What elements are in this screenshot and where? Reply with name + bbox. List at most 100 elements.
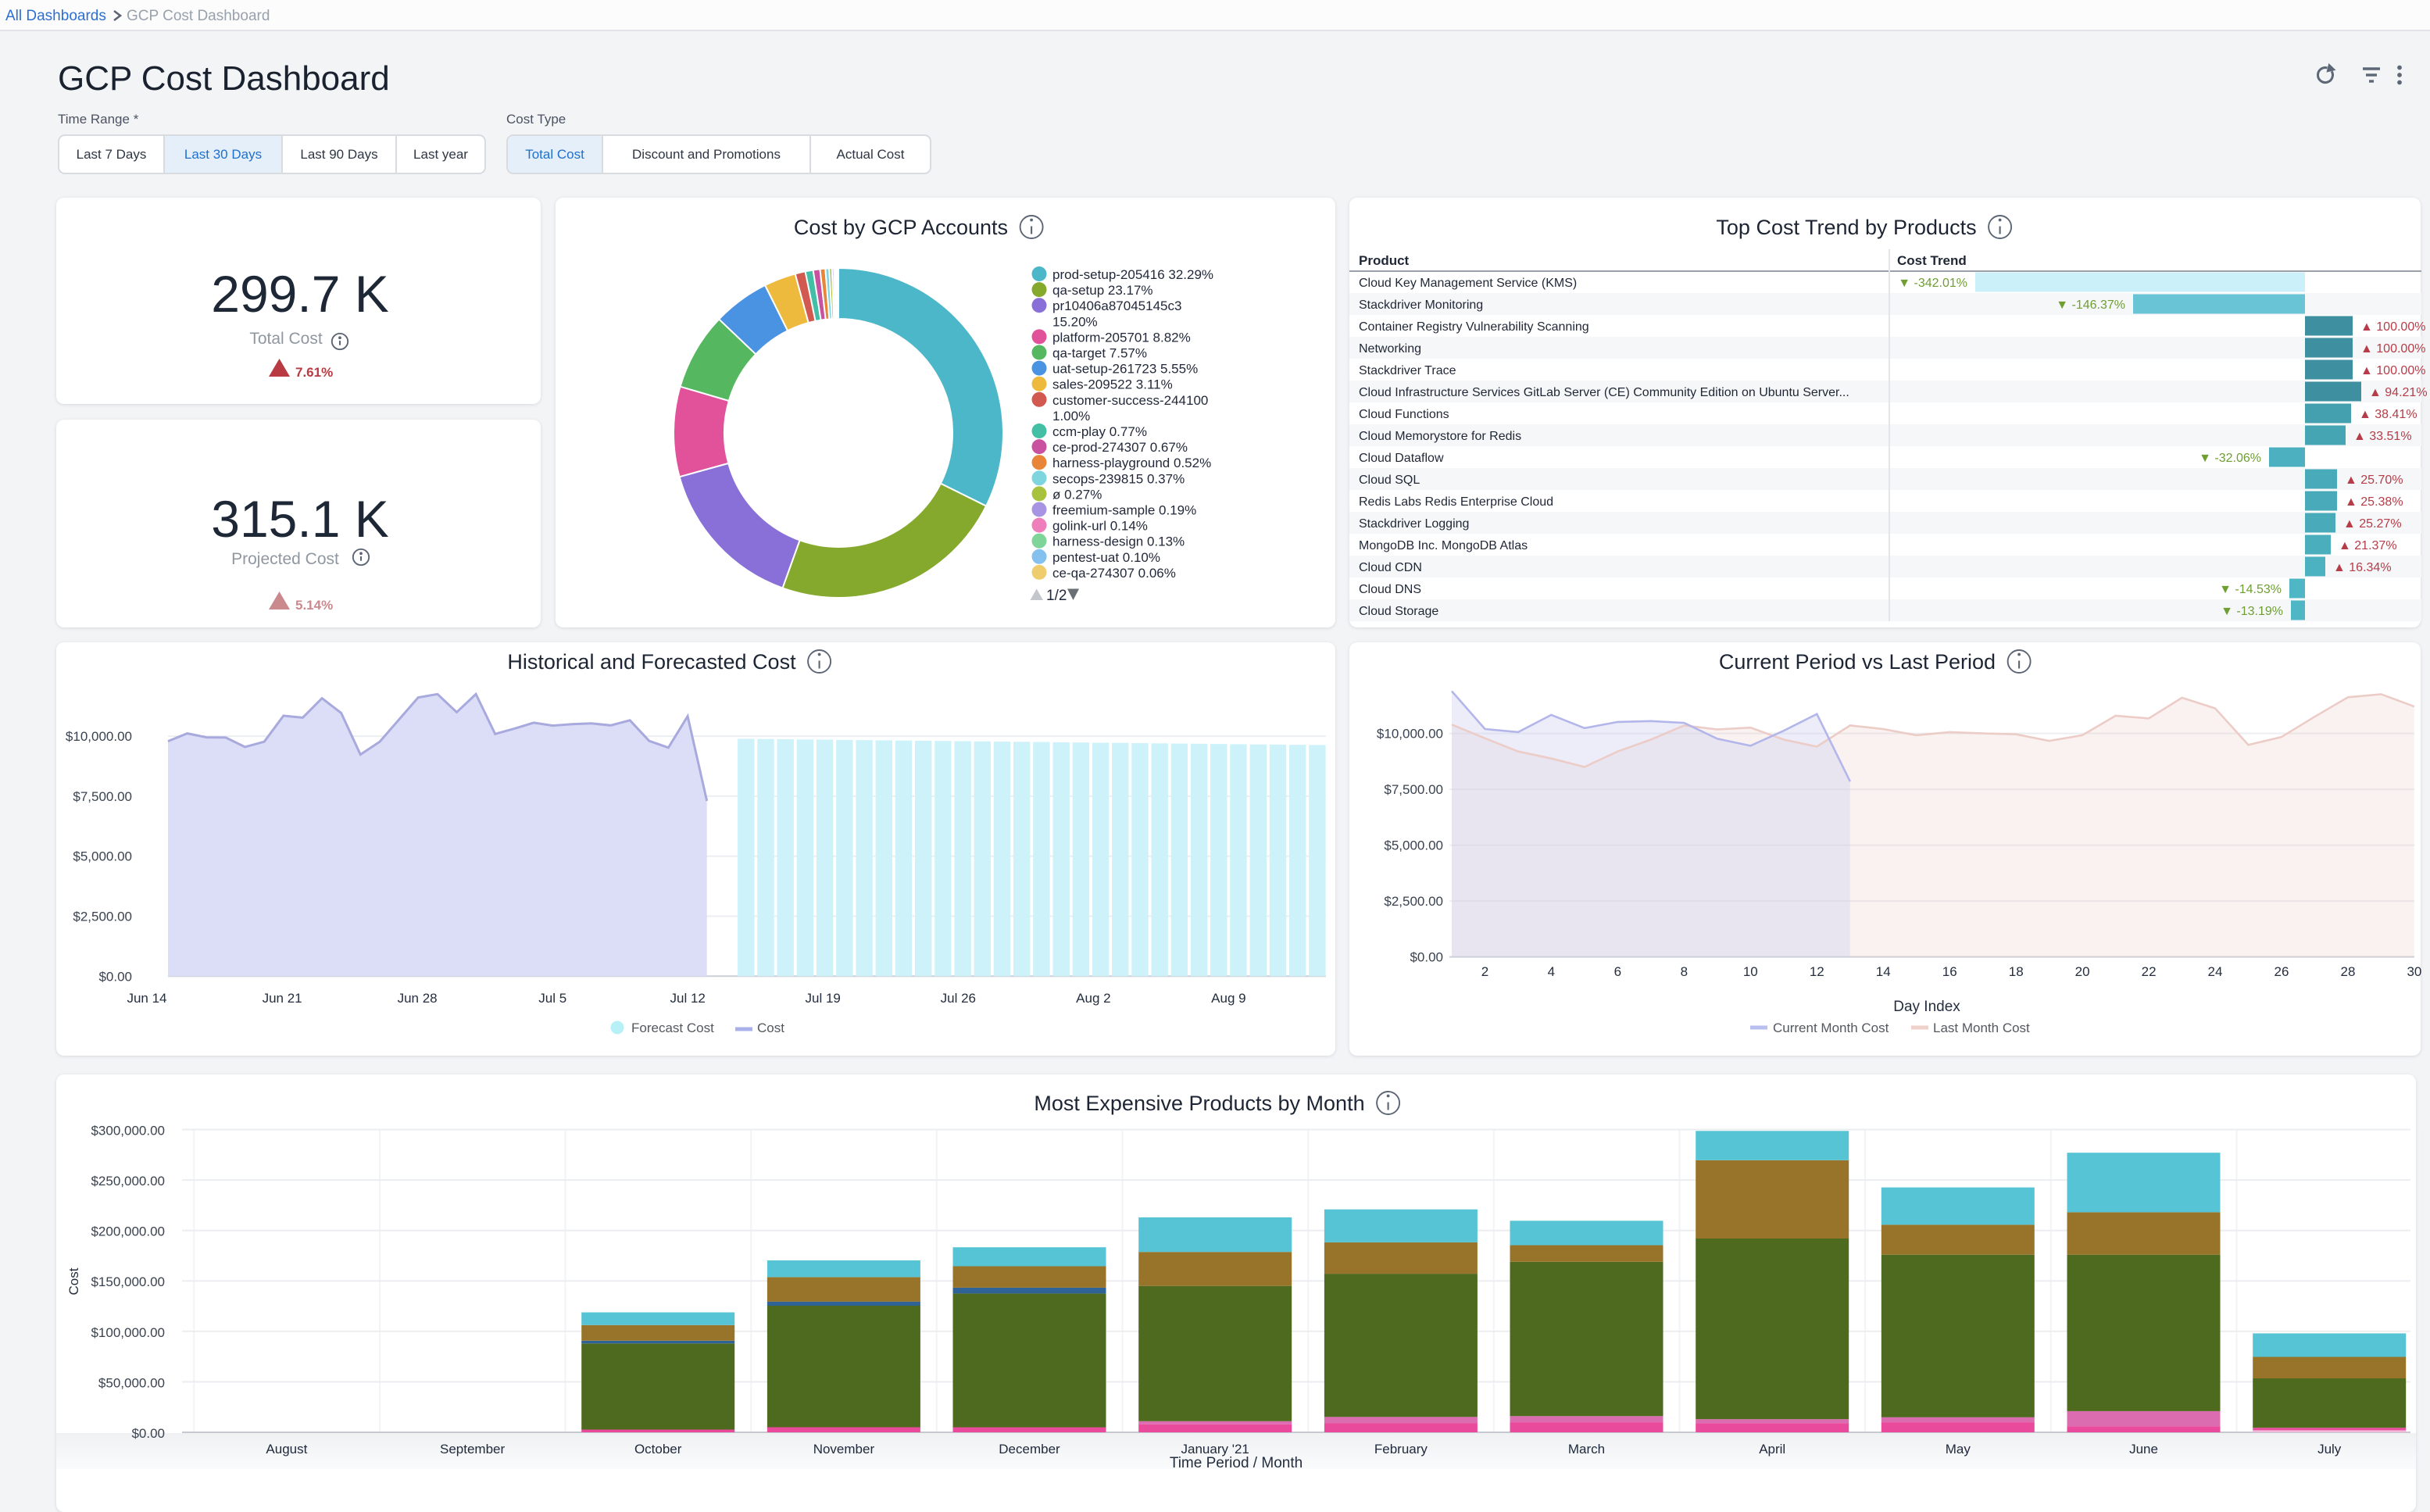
svg-text:$10,000.00: $10,000.00 [1377, 727, 1443, 742]
svg-text:Cloud Dataflow: Cloud Dataflow [1359, 452, 1444, 465]
svg-text:ce-qa-274307 0.06%: ce-qa-274307 0.06% [1052, 566, 1176, 581]
svg-text:pentest-uat 0.10%: pentest-uat 0.10% [1052, 550, 1160, 565]
svg-text:pr10406a87045145c3: pr10406a87045145c3 [1052, 298, 1181, 313]
svg-text:▼ -146.37%: ▼ -146.37% [2056, 298, 2125, 312]
svg-text:▼ -32.06%: ▼ -32.06% [2199, 452, 2261, 465]
svg-text:Cloud Infrastructure Services: Cloud Infrastructure Services GitLab Ser… [1359, 386, 1849, 399]
svg-text:18: 18 [2009, 964, 2024, 979]
svg-text:Last Month Cost: Last Month Cost [1933, 1021, 2030, 1035]
svg-text:June: June [2129, 1442, 2158, 1457]
svg-text:harness-design 0.13%: harness-design 0.13% [1052, 534, 1185, 549]
svg-text:▲ 33.51%: ▲ 33.51% [2353, 430, 2412, 443]
svg-text:Current Period vs Last Period: Current Period vs Last Period [1719, 650, 1996, 674]
svg-text:16: 16 [1942, 964, 1957, 979]
svg-text:▼ -14.53%: ▼ -14.53% [2219, 583, 2282, 596]
svg-text:customer-success-244100: customer-success-244100 [1052, 393, 1208, 408]
svg-text:Projected Cost: Projected Cost [231, 550, 339, 568]
svg-text:▼ -342.01%: ▼ -342.01% [1898, 277, 1967, 290]
svg-text:September: September [440, 1442, 505, 1457]
svg-text:August: August [266, 1442, 307, 1457]
svg-text:Total Cost: Total Cost [249, 330, 323, 348]
svg-text:$50,000.00: $50,000.00 [98, 1375, 165, 1390]
svg-text:$7,500.00: $7,500.00 [1384, 782, 1443, 797]
svg-text:qa-setup 23.17%: qa-setup 23.17% [1052, 283, 1153, 298]
svg-text:$0.00: $0.00 [98, 969, 132, 984]
svg-text:$100,000.00: $100,000.00 [91, 1325, 165, 1340]
svg-text:Jun 21: Jun 21 [263, 991, 302, 1006]
svg-text:April: April [1759, 1442, 1785, 1457]
svg-text:Stackdriver Monitoring: Stackdriver Monitoring [1359, 298, 1483, 312]
svg-text:▼ -13.19%: ▼ -13.19% [2221, 605, 2283, 618]
svg-text:▲ 100.00%: ▲ 100.00% [2360, 320, 2425, 334]
svg-text:5.14%: 5.14% [295, 598, 333, 613]
svg-text:Cost: Cost [66, 1267, 81, 1295]
svg-text:$0.00: $0.00 [131, 1426, 165, 1441]
svg-text:▲ 38.41%: ▲ 38.41% [2359, 408, 2417, 421]
svg-text:Jun 14: Jun 14 [127, 991, 166, 1006]
svg-text:November: November [813, 1442, 875, 1457]
svg-text:Jul 12: Jul 12 [670, 991, 706, 1006]
svg-text:4: 4 [1548, 964, 1555, 979]
svg-text:Redis Labs Redis Enterprise Cl: Redis Labs Redis Enterprise Cloud [1359, 495, 1553, 509]
svg-text:$200,000.00: $200,000.00 [91, 1224, 165, 1239]
svg-text:▲ 16.34%: ▲ 16.34% [2333, 561, 2392, 574]
svg-text:▲ 100.00%: ▲ 100.00% [2360, 342, 2425, 356]
svg-text:Product: Product [1359, 253, 1410, 268]
svg-text:12: 12 [1810, 964, 1824, 979]
svg-text:Aug 2: Aug 2 [1076, 991, 1110, 1006]
svg-text:MongoDB Inc. MongoDB Atlas: MongoDB Inc. MongoDB Atlas [1359, 539, 1528, 552]
svg-text:Cloud Functions: Cloud Functions [1359, 408, 1449, 421]
svg-text:harness-playground 0.52%: harness-playground 0.52% [1052, 456, 1211, 470]
svg-text:Jul 5: Jul 5 [538, 991, 566, 1006]
svg-text:$250,000.00: $250,000.00 [91, 1174, 165, 1189]
svg-text:platform-205701 8.82%: platform-205701 8.82% [1052, 330, 1191, 345]
svg-text:February: February [1374, 1442, 1428, 1457]
svg-text:Most Expensive Products by Mon: Most Expensive Products by Month [1034, 1092, 1364, 1115]
svg-text:Aug 9: Aug 9 [1211, 991, 1245, 1006]
svg-text:▲ 25.38%: ▲ 25.38% [2345, 495, 2403, 509]
svg-text:$2,500.00: $2,500.00 [73, 910, 132, 924]
svg-text:Cloud Storage: Cloud Storage [1359, 605, 1438, 618]
svg-text:14: 14 [1876, 964, 1891, 979]
svg-text:$5,000.00: $5,000.00 [1384, 838, 1443, 853]
svg-text:Stackdriver Logging: Stackdriver Logging [1359, 517, 1469, 531]
svg-text:Cost: Cost [757, 1021, 784, 1035]
svg-text:sales-209522 3.11%: sales-209522 3.11% [1052, 377, 1173, 392]
svg-text:Cost by GCP Accounts: Cost by GCP Accounts [794, 216, 1008, 239]
svg-text:ccm-play 0.77%: ccm-play 0.77% [1052, 424, 1147, 439]
svg-text:Jul 26: Jul 26 [941, 991, 976, 1006]
svg-text:▲ 25.70%: ▲ 25.70% [2345, 474, 2403, 487]
svg-text:▲ 100.00%: ▲ 100.00% [2360, 364, 2425, 377]
svg-text:1.00%: 1.00% [1052, 409, 1090, 424]
svg-text:July: July [2317, 1442, 2342, 1457]
svg-text:22: 22 [2142, 964, 2157, 979]
svg-text:October: October [634, 1442, 682, 1457]
svg-text:freemium-sample 0.19%: freemium-sample 0.19% [1052, 503, 1196, 518]
svg-text:$150,000.00: $150,000.00 [91, 1274, 165, 1289]
svg-text:Cost Trend: Cost Trend [1897, 253, 1967, 268]
svg-text:Cloud DNS: Cloud DNS [1359, 583, 1421, 596]
svg-text:15.20%: 15.20% [1052, 314, 1098, 329]
svg-text:▲ 25.27%: ▲ 25.27% [2343, 517, 2402, 531]
svg-text:Cloud CDN: Cloud CDN [1359, 561, 1422, 574]
svg-text:golink-url 0.14%: golink-url 0.14% [1052, 519, 1148, 534]
svg-text:$5,000.00: $5,000.00 [73, 849, 132, 864]
svg-text:Networking: Networking [1359, 342, 1421, 356]
svg-text:prod-setup-205416 32.29%: prod-setup-205416 32.29% [1052, 267, 1213, 282]
svg-text:Jul 19: Jul 19 [806, 991, 841, 1006]
svg-text:Cloud Memorystore for Redis: Cloud Memorystore for Redis [1359, 430, 1521, 443]
svg-text:December: December [999, 1442, 1060, 1457]
svg-text:ø 0.27%: ø 0.27% [1052, 487, 1102, 502]
svg-text:$7,500.00: $7,500.00 [73, 789, 132, 804]
svg-text:6: 6 [1614, 964, 1621, 979]
svg-text:Container Registry Vulnerabili: Container Registry Vulnerability Scannin… [1359, 320, 1589, 334]
svg-text:Top Cost Trend by Products: Top Cost Trend by Products [1716, 216, 1976, 239]
svg-text:Time Period / Month: Time Period / Month [1170, 1455, 1303, 1469]
svg-text:2: 2 [1481, 964, 1488, 979]
svg-text:20: 20 [2075, 964, 2090, 979]
svg-text:March: March [1568, 1442, 1605, 1457]
svg-text:secops-239815 0.37%: secops-239815 0.37% [1052, 471, 1185, 486]
svg-text:7.61%: 7.61% [295, 365, 333, 380]
svg-text:uat-setup-261723 5.55%: uat-setup-261723 5.55% [1052, 362, 1198, 377]
svg-text:Cloud SQL: Cloud SQL [1359, 474, 1420, 487]
